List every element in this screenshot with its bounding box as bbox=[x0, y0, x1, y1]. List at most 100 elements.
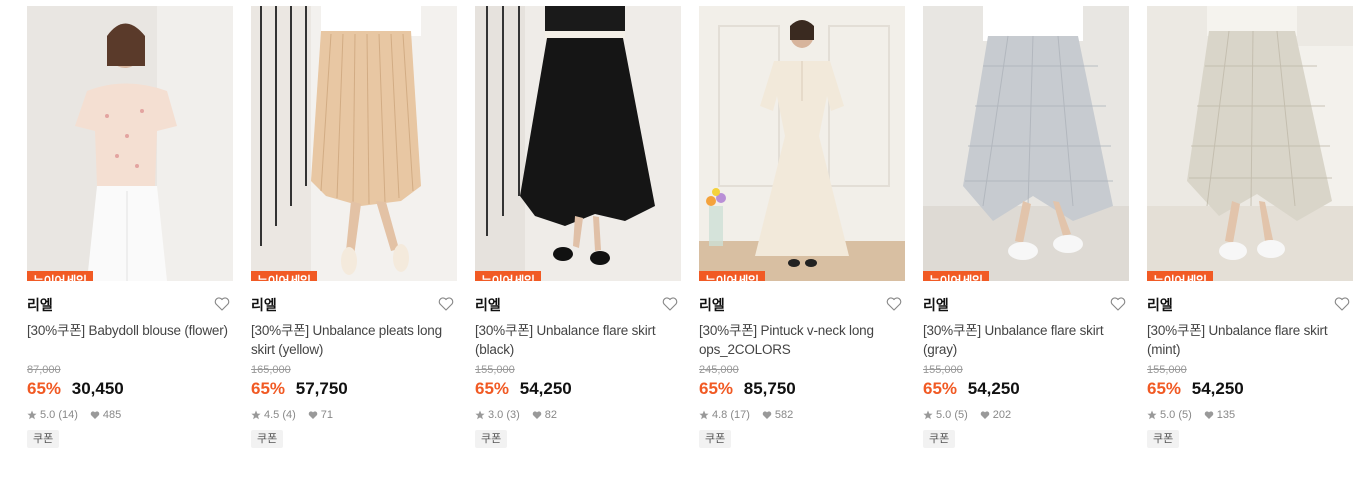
original-price: 87,000 bbox=[27, 364, 61, 376]
original-price: 155,000 bbox=[923, 364, 963, 376]
rating-text: 5.0 (14) bbox=[40, 409, 78, 421]
product-image[interactable]: 뉴이어세일 bbox=[251, 6, 457, 281]
rating-text: 5.0 (5) bbox=[1160, 409, 1192, 421]
brand-name[interactable]: 리엘 bbox=[27, 297, 53, 313]
product-image[interactable]: 뉴이어세일 bbox=[923, 6, 1129, 281]
sale-badge: 뉴이어세일 bbox=[1147, 271, 1213, 281]
coupon-tag: 쿠폰 bbox=[923, 430, 956, 448]
likes-count: 582 bbox=[774, 409, 794, 421]
heart-outline-icon[interactable] bbox=[1333, 295, 1351, 313]
discount-rate: 65% bbox=[251, 379, 286, 398]
product-card[interactable]: 뉴이어세일 리엘 [30%쿠폰] Unbalance flare skirt (… bbox=[923, 6, 1129, 448]
star-icon bbox=[699, 410, 709, 420]
likes-count: 82 bbox=[544, 409, 558, 421]
heart-outline-icon[interactable] bbox=[1109, 295, 1127, 313]
coupon-tag: 쿠폰 bbox=[1147, 430, 1180, 448]
likes-count: 71 bbox=[320, 409, 334, 421]
heart-outline-icon[interactable] bbox=[437, 295, 455, 313]
price-row: 65% 54,250 bbox=[1147, 378, 1353, 400]
review-meta: 4.8 (17) 582 bbox=[699, 408, 905, 422]
sale-price: 54,250 bbox=[1191, 379, 1244, 398]
star-icon bbox=[1147, 410, 1157, 420]
product-image[interactable]: 뉴이어세일 bbox=[475, 6, 681, 281]
star-icon bbox=[27, 410, 37, 420]
product-image[interactable]: 뉴이어세일 bbox=[1147, 6, 1353, 281]
coupon-tag: 쿠폰 bbox=[27, 430, 60, 448]
original-price: 155,000 bbox=[475, 364, 515, 376]
product-title[interactable]: [30%쿠폰] Unbalance flare skirt (mint) bbox=[1147, 321, 1353, 359]
discount-rate: 65% bbox=[699, 379, 734, 398]
star-icon bbox=[475, 410, 485, 420]
product-photo-mint-skirt bbox=[1147, 6, 1353, 281]
coupon-tag: 쿠폰 bbox=[475, 430, 508, 448]
sale-price: 54,250 bbox=[967, 379, 1020, 398]
discount-rate: 65% bbox=[27, 379, 62, 398]
original-price: 245,000 bbox=[699, 364, 739, 376]
star-icon bbox=[923, 410, 933, 420]
heart-filled-icon bbox=[980, 411, 990, 419]
product-card[interactable]: 뉴이어세일 리엘 [30%쿠폰] Unbalance pleats long s… bbox=[251, 6, 457, 448]
brand-name[interactable]: 리엘 bbox=[475, 297, 501, 313]
brand-name[interactable]: 리엘 bbox=[251, 297, 277, 313]
sale-price: 85,750 bbox=[743, 379, 796, 398]
product-title[interactable]: [30%쿠폰] Unbalance flare skirt (gray) bbox=[923, 321, 1129, 359]
sale-badge: 뉴이어세일 bbox=[251, 271, 317, 281]
original-price: 155,000 bbox=[1147, 364, 1187, 376]
sale-badge: 뉴이어세일 bbox=[923, 271, 989, 281]
product-card[interactable]: 뉴이어세일 리엘 [30%쿠폰] Pintuck v-neck long ops… bbox=[699, 6, 905, 448]
product-image[interactable]: 뉴이어세일 bbox=[699, 6, 905, 281]
sale-price: 57,750 bbox=[295, 379, 348, 398]
price-row: 65% 57,750 bbox=[251, 378, 457, 400]
product-photo-blouse bbox=[27, 6, 233, 281]
sale-badge: 뉴이어세일 bbox=[699, 271, 765, 281]
likes-count: 202 bbox=[992, 409, 1012, 421]
price-row: 65% 54,250 bbox=[923, 378, 1129, 400]
heart-filled-icon bbox=[762, 411, 772, 419]
rating-text: 5.0 (5) bbox=[936, 409, 968, 421]
review-meta: 4.5 (4) 71 bbox=[251, 408, 457, 422]
sale-price: 30,450 bbox=[71, 379, 124, 398]
heart-outline-icon[interactable] bbox=[213, 295, 231, 313]
brand-name[interactable]: 리엘 bbox=[699, 297, 725, 313]
brand-name[interactable]: 리엘 bbox=[1147, 297, 1173, 313]
review-meta: 3.0 (3) 82 bbox=[475, 408, 681, 422]
product-image[interactable]: 뉴이어세일 bbox=[27, 6, 233, 281]
product-card[interactable]: 뉴이어세일 리엘 [30%쿠폰] Babydoll blouse (flower… bbox=[27, 6, 233, 448]
discount-rate: 65% bbox=[1147, 379, 1182, 398]
sale-price: 54,250 bbox=[519, 379, 572, 398]
heart-outline-icon[interactable] bbox=[661, 295, 679, 313]
price-row: 65% 54,250 bbox=[475, 378, 681, 400]
price-row: 65% 85,750 bbox=[699, 378, 905, 400]
rating-text: 4.5 (4) bbox=[264, 409, 296, 421]
likes-count: 485 bbox=[102, 409, 122, 421]
heart-filled-icon bbox=[1204, 411, 1214, 419]
rating-text: 3.0 (3) bbox=[488, 409, 520, 421]
coupon-tag: 쿠폰 bbox=[251, 430, 284, 448]
review-meta: 5.0 (5) 202 bbox=[923, 408, 1129, 422]
product-title[interactable]: [30%쿠폰] Pintuck v-neck long ops_2COLORS bbox=[699, 321, 905, 359]
product-title[interactable]: [30%쿠폰] Unbalance pleats long skirt (yel… bbox=[251, 321, 457, 359]
product-photo-gray-skirt bbox=[923, 6, 1129, 281]
star-icon bbox=[251, 410, 261, 420]
product-grid: 뉴이어세일 리엘 [30%쿠폰] Babydoll blouse (flower… bbox=[0, 0, 1362, 484]
likes-count: 135 bbox=[1216, 409, 1236, 421]
heart-filled-icon bbox=[90, 411, 100, 419]
sale-badge: 뉴이어세일 bbox=[27, 271, 93, 281]
product-photo-black-skirt bbox=[475, 6, 681, 281]
product-title[interactable]: [30%쿠폰] Unbalance flare skirt (black) bbox=[475, 321, 681, 359]
review-meta: 5.0 (14) 485 bbox=[27, 408, 233, 422]
product-photo-pleats-skirt bbox=[251, 6, 457, 281]
heart-filled-icon bbox=[532, 411, 542, 419]
sale-badge: 뉴이어세일 bbox=[475, 271, 541, 281]
discount-rate: 65% bbox=[475, 379, 510, 398]
review-meta: 5.0 (5) 135 bbox=[1147, 408, 1353, 422]
product-title[interactable]: [30%쿠폰] Babydoll blouse (flower) bbox=[27, 321, 233, 359]
rating-text: 4.8 (17) bbox=[712, 409, 750, 421]
product-card[interactable]: 뉴이어세일 리엘 [30%쿠폰] Unbalance flare skirt (… bbox=[475, 6, 681, 448]
brand-name[interactable]: 리엘 bbox=[923, 297, 949, 313]
heart-filled-icon bbox=[308, 411, 318, 419]
product-card[interactable]: 뉴이어세일 리엘 [30%쿠폰] Unbalance flare skirt (… bbox=[1147, 6, 1353, 448]
original-price: 165,000 bbox=[251, 364, 291, 376]
coupon-tag: 쿠폰 bbox=[699, 430, 732, 448]
heart-outline-icon[interactable] bbox=[885, 295, 903, 313]
